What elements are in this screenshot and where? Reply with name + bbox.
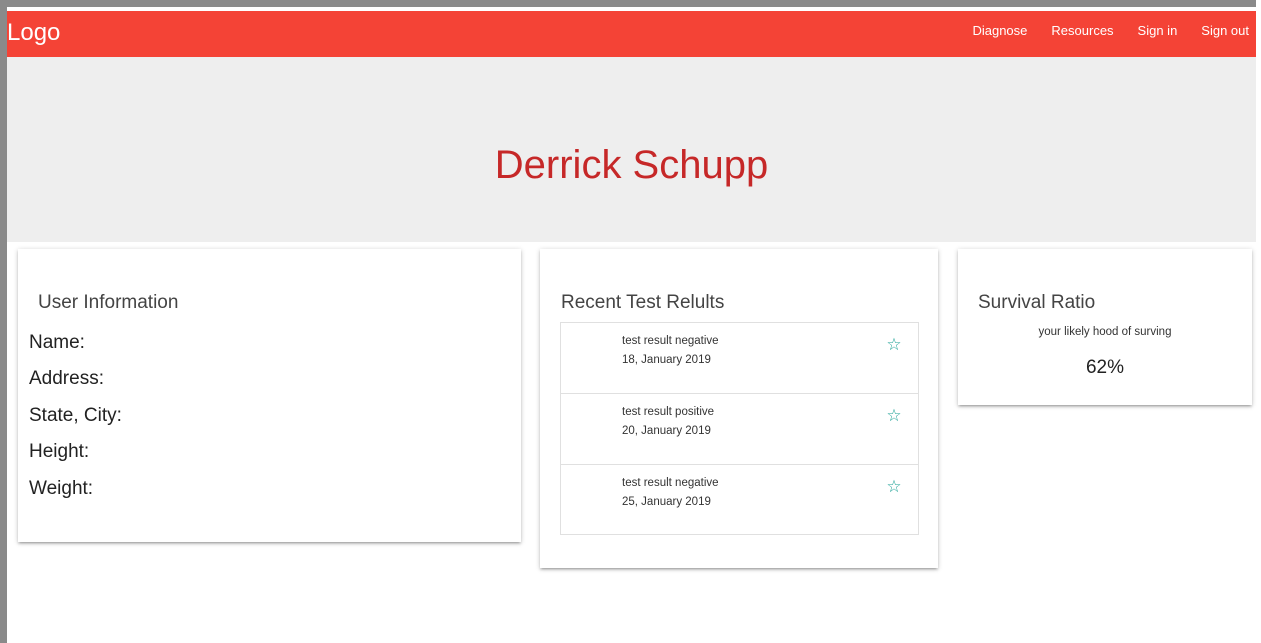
nav-link-sign-out[interactable]: Sign out — [1184, 11, 1256, 57]
recent-test-results-title: Recent Test Relults — [561, 292, 725, 313]
star-outline-icon[interactable]: ☆ — [884, 406, 904, 426]
user-information-title: User Information — [38, 292, 179, 313]
test-result-label: test result negative — [622, 335, 719, 347]
test-result-date: 20, January 2019 — [622, 425, 711, 437]
profile-name: Derrick Schupp — [494, 143, 769, 187]
user-information-card: User Information Name: Address: State, C… — [18, 249, 521, 542]
field-height: Height: — [29, 441, 90, 462]
test-result-label: test result negative — [622, 477, 719, 489]
survival-ratio-subtitle: your likely hood of surving — [1038, 326, 1172, 338]
window-border-right — [1256, 0, 1261, 643]
test-result-label: test result positive — [622, 406, 715, 418]
page: Logo Diagnose Resources Sign in Sign out… — [0, 0, 1261, 643]
test-result-date: 25, January 2019 — [622, 496, 711, 508]
nav-link-resources[interactable]: Resources — [1034, 11, 1120, 57]
window-border-top — [0, 0, 1261, 7]
test-result-date: 18, January 2019 — [622, 354, 711, 366]
list-item[interactable]: test result negative 25, January 2019 ☆ — [561, 465, 918, 536]
survival-ratio-title: Survival Ratio — [978, 292, 1096, 313]
nav-link-diagnose[interactable]: Diagnose — [972, 11, 1034, 57]
field-state-city: State, City: — [29, 405, 122, 426]
navbar: Logo Diagnose Resources Sign in Sign out — [7, 11, 1256, 57]
list-item[interactable]: test result positive 20, January 2019 ☆ — [561, 394, 918, 465]
field-name: Name: — [29, 332, 85, 353]
window-border-left — [0, 0, 7, 643]
recent-test-results-card: Recent Test Relults test result negative… — [540, 249, 938, 568]
nav-links: Diagnose Resources Sign in Sign out — [972, 11, 1256, 57]
nav-link-sign-in[interactable]: Sign in — [1121, 11, 1185, 57]
survival-percentage: 62% — [1085, 357, 1125, 378]
list-item[interactable]: test result negative 18, January 2019 ☆ — [561, 323, 918, 394]
profile-header: Derrick Schupp — [7, 57, 1256, 242]
star-outline-icon[interactable]: ☆ — [884, 335, 904, 355]
survival-ratio-card: Survival Ratio your likely hood of survi… — [958, 249, 1252, 405]
test-results-list: test result negative 18, January 2019 ☆ … — [560, 322, 919, 535]
brand-logo[interactable]: Logo — [7, 19, 60, 47]
star-outline-icon[interactable]: ☆ — [884, 477, 904, 497]
field-address: Address: — [29, 368, 104, 389]
field-weight: Weight: — [29, 478, 94, 499]
